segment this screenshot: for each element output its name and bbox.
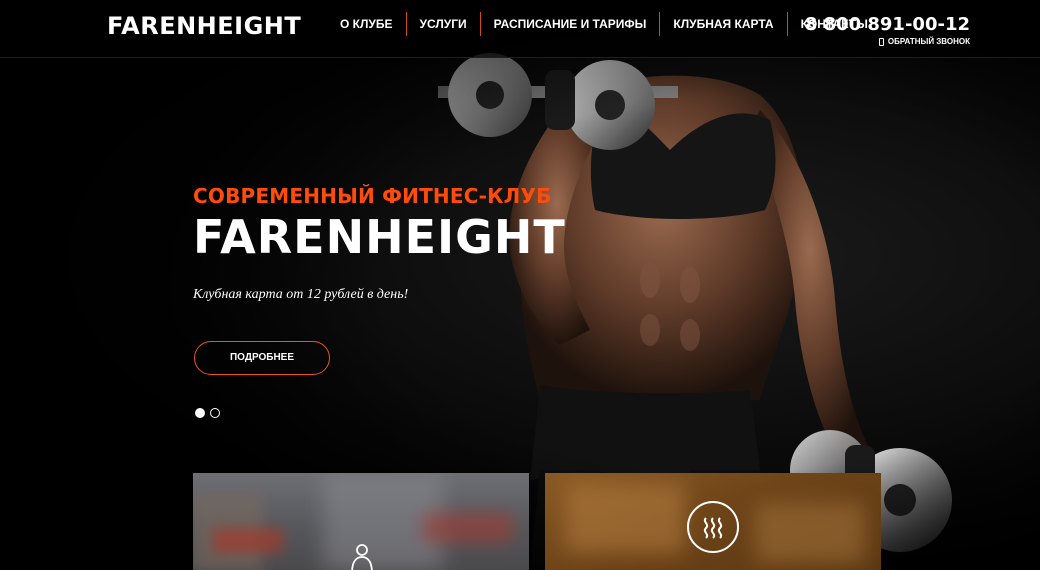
nav-item-schedule-prices[interactable]: РАСПИСАНИЕ И ТАРИФЫ <box>481 12 660 36</box>
feature-card-fitness[interactable] <box>193 473 529 570</box>
site-header: FARENHEIGHT О КЛУБЕ УСЛУГИ РАСПИСАНИЕ И … <box>0 0 1040 58</box>
hero-tagline: Клубная карта от 12 рублей в день! <box>193 287 409 302</box>
hero-subtitle: СОВРЕМЕННЫЙ ФИТНЕС-КЛУБ <box>193 184 552 208</box>
slider-pagination <box>195 408 220 418</box>
slider-dot-2[interactable] <box>210 408 220 418</box>
nav-item-club-card[interactable]: КЛУБНАЯ КАРТА <box>660 12 786 36</box>
slider-dot-1[interactable] <box>195 408 205 418</box>
nav-item-services[interactable]: УСЛУГИ <box>407 12 480 36</box>
phone-number[interactable]: 8 800 891-00-12 <box>805 14 970 35</box>
main-nav: О КЛУБЕ УСЛУГИ РАСПИСАНИЕ И ТАРИФЫ КЛУБН… <box>327 12 881 36</box>
hero-title: FARENHEIGHT <box>193 210 566 264</box>
nav-item-about[interactable]: О КЛУБЕ <box>327 12 406 36</box>
steam-heat-icon <box>703 517 723 539</box>
person-icon <box>351 544 373 570</box>
callback-link[interactable]: ОБРАТНЫЙ ЗВОНОК <box>878 37 970 46</box>
more-button[interactable]: ПОДРОБНЕЕ <box>194 341 330 375</box>
site-logo[interactable]: FARENHEIGHT <box>107 12 301 40</box>
feature-card-sauna[interactable] <box>545 473 881 570</box>
callback-label: ОБРАТНЫЙ ЗВОНОК <box>887 37 970 46</box>
phone-icon <box>878 37 884 46</box>
